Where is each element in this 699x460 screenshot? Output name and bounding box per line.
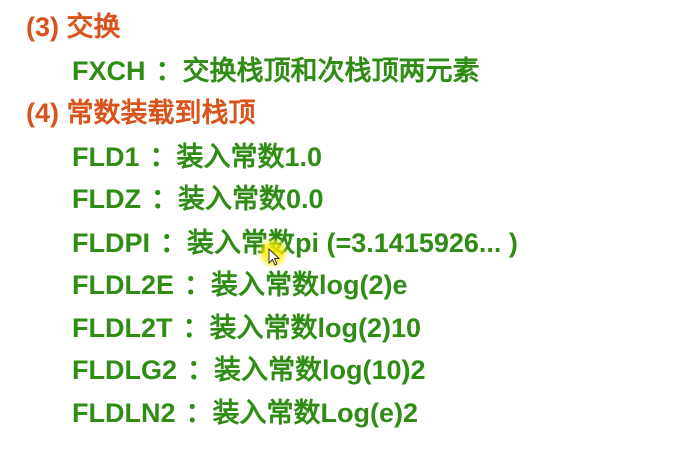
instruction-description: ：装入常数log(10)2 [187,355,426,385]
instruction-row-fldl2t: FLDL2T ：装入常数log(2)10 [72,313,421,343]
slide-content: (3) 交换 FXCH ：交换栈顶和次栈顶两元素 (4) 常数装载到栈顶 FLD1… [0,0,699,460]
instruction-mnemonic: FLDL2T [72,313,173,343]
instruction-description: ：装入常数Log(e)2 [185,398,419,428]
section-heading-exchange: (3) 交换 [26,12,121,42]
instruction-row-fldpi: FLDPI ：装入常数pi (=3.1415926... ) [72,228,518,258]
instruction-description: ：装入常数0.0 [150,184,324,214]
mouse-pointer-icon [268,248,281,266]
instruction-mnemonic: FLDL2E [72,270,175,300]
instruction-row-fldln2: FLDLN2 ：装入常数Log(e)2 [72,398,418,428]
instruction-description: ：交换栈顶和次栈顶两元素 [155,56,480,86]
instruction-description: ：装入常数pi (=3.1415926... ) [160,228,518,258]
instruction-description: ：装入常数1.0 [149,142,323,172]
instruction-row-fldz: FLDZ ：装入常数0.0 [72,184,324,214]
instruction-mnemonic: FLDPI [72,228,150,258]
instruction-mnemonic: FLDLG2 [72,355,177,385]
instruction-mnemonic: FLDZ [72,184,141,214]
instruction-row-fldl2e: FLDL2E ：装入常数log(2)e [72,270,408,300]
instruction-row-fld1: FLD1 ：装入常数1.0 [72,142,322,172]
instruction-mnemonic: FLD1 [72,142,140,172]
instruction-description: ：装入常数log(2)10 [182,313,422,343]
instruction-row-fldlg2: FLDLG2 ：装入常数log(10)2 [72,355,426,385]
section-heading-constant-load: (4) 常数装载到栈顶 [26,98,256,128]
instruction-description: ：装入常数log(2)e [184,270,408,300]
instruction-row-fxch: FXCH ：交换栈顶和次栈顶两元素 [72,56,480,86]
instruction-mnemonic: FLDLN2 [72,398,176,428]
instruction-mnemonic: FXCH [72,56,146,86]
